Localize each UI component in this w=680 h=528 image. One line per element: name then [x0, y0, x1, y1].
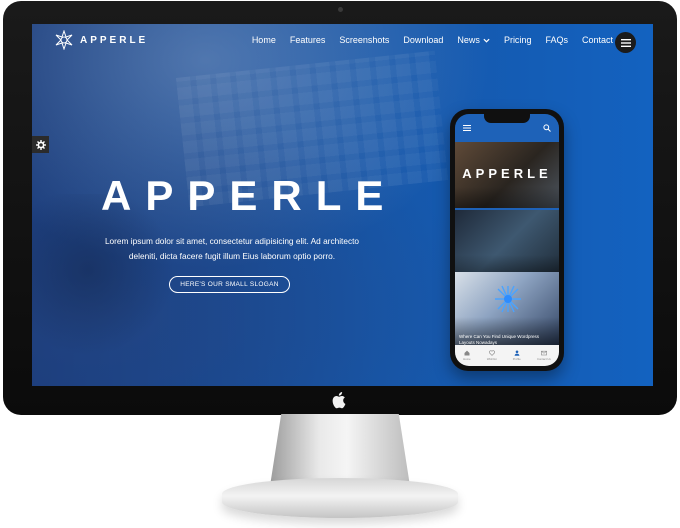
nav-pricing[interactable]: Pricing: [504, 35, 532, 45]
gear-icon: [35, 139, 46, 150]
hero-title: APPERLE: [101, 172, 398, 219]
apple-logo-icon: [332, 392, 346, 409]
card-title: Where Can You Find Unique Wordpress Layo…: [459, 334, 539, 345]
chevron-down-icon: [483, 38, 490, 43]
nav-screenshots[interactable]: Screenshots: [339, 35, 389, 45]
nav-news-label: News: [457, 35, 480, 45]
main-nav: Home Features Screenshots Download News …: [252, 35, 613, 45]
website-screen: APPERLE Home Features Screenshots Downlo…: [32, 24, 653, 386]
heart-icon: [488, 350, 495, 356]
nav-news[interactable]: News: [457, 35, 490, 45]
phone-mockup: APPERLE Consetur Ipsul Video Trailer Por…: [450, 109, 564, 371]
tab-profile[interactable]: Profile: [513, 350, 521, 361]
mail-icon: [540, 350, 547, 356]
hamburger-menu-button[interactable]: [615, 32, 636, 53]
monitor-stand-neck: [270, 414, 410, 486]
logo-text: APPERLE: [80, 34, 149, 46]
home-icon: [464, 350, 470, 356]
phone-app-header: [455, 114, 559, 142]
nav-home[interactable]: Home: [252, 35, 276, 45]
tab-wishlist[interactable]: Wishlist: [487, 350, 497, 361]
starburst-image-icon: [495, 285, 521, 313]
monitor-frame: APPERLE Home Features Screenshots Downlo…: [3, 1, 677, 415]
logo-mandala-icon: [55, 30, 73, 50]
nav-faqs[interactable]: FAQs: [545, 35, 568, 45]
tab-label: Wishlist: [486, 357, 497, 361]
tab-home[interactable]: Home: [463, 350, 471, 361]
tab-label: Profile: [512, 357, 521, 361]
plant-background-image: [32, 194, 172, 384]
nav-contact[interactable]: Contact: [582, 35, 613, 45]
nav-download[interactable]: Download: [403, 35, 443, 45]
monitor-stand-base: [222, 478, 458, 518]
slogan-button[interactable]: HERE'S OUR SMALL SLOGAN: [169, 276, 290, 293]
tab-contact[interactable]: Contact Us: [537, 350, 551, 361]
phone-screen: APPERLE Consetur Ipsul Video Trailer Por…: [455, 114, 559, 366]
phone-notch: [484, 114, 530, 123]
phone-tab-bar: Home Wishlist Profile Contact Us: [455, 345, 559, 366]
tab-label: Contact Us: [536, 357, 551, 361]
hamburger-icon: [620, 38, 631, 47]
camera-dot: [338, 7, 343, 12]
nav-features[interactable]: Features: [290, 35, 326, 45]
site-logo[interactable]: APPERLE: [54, 30, 148, 50]
phone-search-icon[interactable]: [543, 124, 551, 132]
card-brand: APPERLE: [462, 166, 552, 181]
settings-button[interactable]: [32, 136, 49, 153]
user-icon: [514, 350, 520, 356]
phone-menu-icon[interactable]: [463, 125, 471, 131]
hero-description: Lorem ipsum dolor sit amet, consectetur …: [104, 236, 360, 261]
tab-label: Home: [463, 357, 471, 361]
